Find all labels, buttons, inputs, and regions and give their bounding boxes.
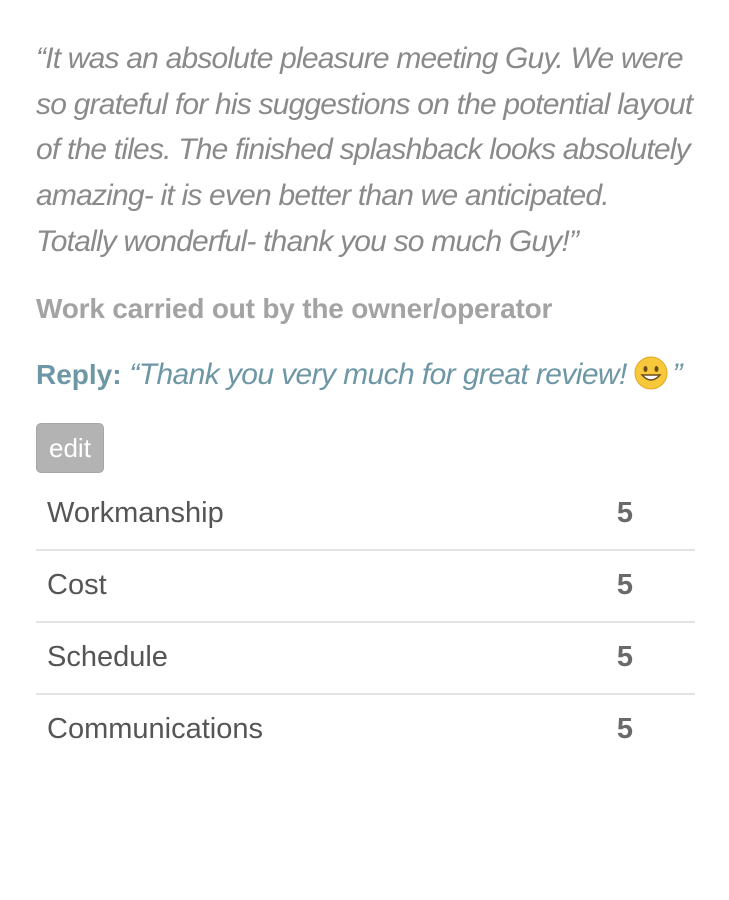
- reply-close-quote: ”: [672, 357, 682, 391]
- table-row: Cost 5: [36, 549, 695, 623]
- reply-text: “Thank you very much for great review!: [129, 357, 627, 391]
- rating-score-cost: 5: [526, 549, 695, 623]
- rating-score-workmanship: 5: [526, 478, 695, 551]
- owner-operator-note: Work carried out by the owner/operator: [36, 292, 553, 324]
- grinning-face-icon: [634, 356, 668, 390]
- review-quote: “It was an absolute pleasure meeting Guy…: [36, 42, 693, 258]
- rating-label-schedule: Schedule: [36, 621, 527, 695]
- edit-button[interactable]: edit: [36, 422, 104, 473]
- review-card: “It was an absolute pleasure meeting Guy…: [0, 0, 729, 900]
- reply-emoji-wrap: ”: [634, 356, 683, 391]
- rating-score-communications: 5: [616, 713, 633, 746]
- rating-label-workmanship: Workmanship: [36, 478, 527, 551]
- table-row: Communications 5: [36, 694, 695, 765]
- rating-label-cost: Cost: [36, 549, 527, 623]
- table-row: Workmanship 5: [36, 478, 695, 551]
- ratings-table: Workmanship 5 Cost 5 Schedule 5 Communic…: [36, 478, 695, 765]
- table-row: Schedule 5: [36, 621, 695, 695]
- reply-section: Reply: “Thank you very much for great re…: [36, 353, 696, 397]
- rating-score-schedule: 5: [526, 621, 695, 695]
- rating-label-communications: Communications: [47, 713, 263, 746]
- reply-label: Reply:: [36, 358, 122, 390]
